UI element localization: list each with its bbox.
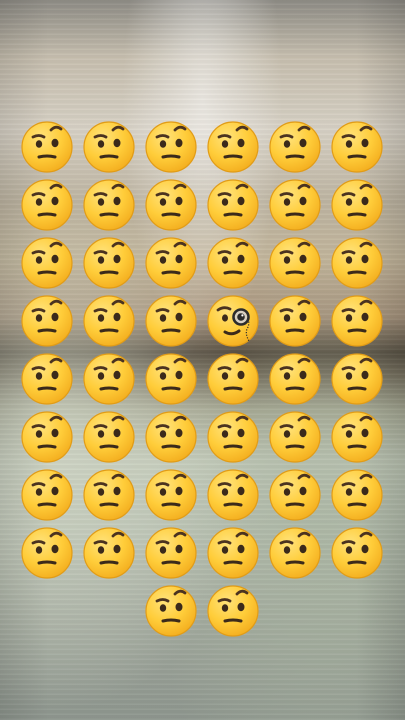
- raised-eyebrow-emoji[interactable]: [82, 410, 136, 464]
- raised-eyebrow-emoji[interactable]: [20, 236, 74, 290]
- raised-eyebrow-emoji[interactable]: [20, 120, 74, 174]
- raised-eyebrow-emoji[interactable]: [268, 294, 322, 348]
- raised-eyebrow-emoji[interactable]: [82, 178, 136, 232]
- raised-eyebrow-emoji[interactable]: [20, 526, 74, 580]
- raised-eyebrow-emoji[interactable]: [144, 352, 198, 406]
- raised-eyebrow-emoji[interactable]: [144, 120, 198, 174]
- raised-eyebrow-emoji[interactable]: [330, 236, 384, 290]
- raised-eyebrow-emoji[interactable]: [82, 294, 136, 348]
- raised-eyebrow-emoji[interactable]: [82, 236, 136, 290]
- raised-eyebrow-emoji[interactable]: [82, 468, 136, 522]
- raised-eyebrow-emoji[interactable]: [206, 236, 260, 290]
- raised-eyebrow-emoji[interactable]: [268, 410, 322, 464]
- raised-eyebrow-emoji[interactable]: [330, 120, 384, 174]
- monocle-emoji[interactable]: [206, 294, 260, 348]
- raised-eyebrow-emoji[interactable]: [330, 352, 384, 406]
- raised-eyebrow-emoji[interactable]: [330, 468, 384, 522]
- raised-eyebrow-emoji[interactable]: [20, 352, 74, 406]
- raised-eyebrow-emoji[interactable]: [82, 526, 136, 580]
- raised-eyebrow-emoji[interactable]: [206, 526, 260, 580]
- raised-eyebrow-emoji[interactable]: [206, 120, 260, 174]
- raised-eyebrow-emoji[interactable]: [20, 178, 74, 232]
- raised-eyebrow-emoji[interactable]: [268, 526, 322, 580]
- raised-eyebrow-emoji[interactable]: [268, 178, 322, 232]
- raised-eyebrow-emoji[interactable]: [20, 294, 74, 348]
- raised-eyebrow-emoji[interactable]: [206, 584, 260, 638]
- raised-eyebrow-emoji[interactable]: [20, 410, 74, 464]
- raised-eyebrow-emoji[interactable]: [268, 468, 322, 522]
- last-emoji-row: [20, 584, 384, 638]
- raised-eyebrow-emoji[interactable]: [330, 178, 384, 232]
- raised-eyebrow-emoji[interactable]: [206, 410, 260, 464]
- raised-eyebrow-emoji[interactable]: [144, 294, 198, 348]
- raised-eyebrow-emoji[interactable]: [144, 178, 198, 232]
- raised-eyebrow-emoji[interactable]: [144, 584, 198, 638]
- raised-eyebrow-emoji[interactable]: [268, 352, 322, 406]
- raised-eyebrow-emoji[interactable]: [268, 120, 322, 174]
- raised-eyebrow-emoji[interactable]: [268, 236, 322, 290]
- raised-eyebrow-emoji[interactable]: [20, 468, 74, 522]
- raised-eyebrow-emoji[interactable]: [330, 410, 384, 464]
- raised-eyebrow-emoji[interactable]: [82, 120, 136, 174]
- raised-eyebrow-emoji[interactable]: [144, 410, 198, 464]
- raised-eyebrow-emoji[interactable]: [206, 352, 260, 406]
- raised-eyebrow-emoji[interactable]: [330, 294, 384, 348]
- raised-eyebrow-emoji[interactable]: [82, 352, 136, 406]
- raised-eyebrow-emoji[interactable]: [144, 236, 198, 290]
- raised-eyebrow-emoji[interactable]: [144, 468, 198, 522]
- raised-eyebrow-emoji[interactable]: [330, 526, 384, 580]
- raised-eyebrow-emoji[interactable]: [144, 526, 198, 580]
- raised-eyebrow-emoji[interactable]: [206, 178, 260, 232]
- emoji-grid: [20, 120, 386, 638]
- raised-eyebrow-emoji[interactable]: [206, 468, 260, 522]
